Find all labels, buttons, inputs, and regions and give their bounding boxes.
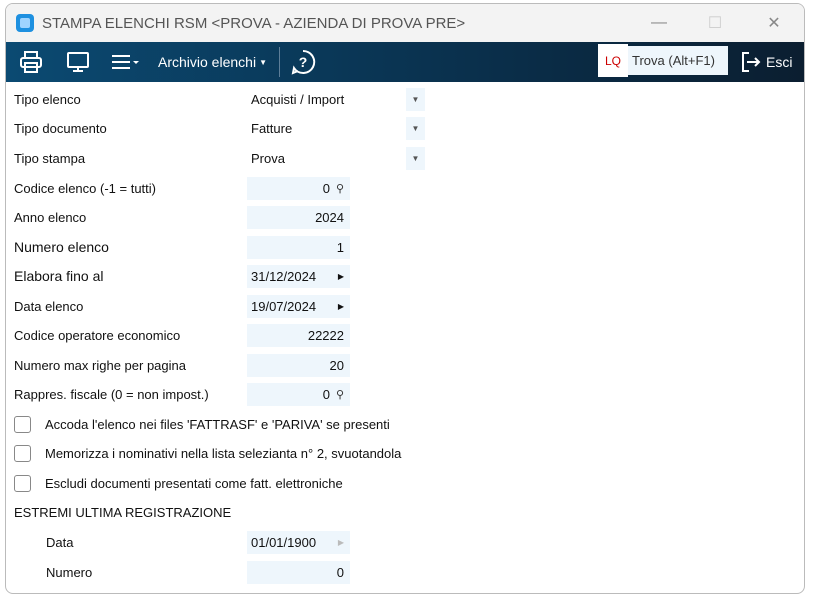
hamburger-icon [112,55,139,69]
menu-button[interactable] [100,42,150,82]
data-elenco-input[interactable]: 19/07/2024 ▶ [247,294,350,318]
rappres-fiscale-label: Rappres. fiscale (0 = non impost.) [14,386,209,402]
codice-elenco-label: Codice elenco (-1 = tutti) [14,180,156,196]
accoda-checkbox[interactable] [14,415,31,433]
find-input[interactable]: Trova (Alt+F1) [628,46,728,75]
printer-icon [20,51,42,73]
app-logo-icon [16,14,34,32]
rappres-fiscale-value: 0 [322,386,330,402]
elabora-fino-input[interactable]: 31/12/2024 ▶ [247,264,350,288]
svg-text:?: ? [299,54,308,70]
tipo-stampa-value: Prova [251,150,285,166]
toolbar: Archivio elenchi ▼ ? LQ Trova (Alt+F1) Es… [6,42,804,82]
toolbar-divider [278,47,280,77]
accoda-label: Accoda l'elenco nei files 'FATTRASF' e '… [45,416,390,432]
escludi-checkbox[interactable] [14,474,31,492]
tipo-documento-select[interactable]: Fatture ▼ [247,116,425,140]
memorizza-label: Memorizza i nominativi nella lista selez… [45,445,402,461]
ultima-data-label: Data [46,534,74,550]
tipo-stampa-label: Tipo stampa [14,150,86,166]
section-title: ESTREMI ULTIMA REGISTRAZIONE [14,504,232,520]
tipo-documento-value: Fatture [251,120,293,136]
caret-right-icon[interactable]: ▶ [338,272,344,281]
monitor-icon [67,52,89,72]
preview-button[interactable] [56,42,100,82]
chevron-down-icon: ▼ [259,57,267,67]
window-title: STAMPA ELENCHI RSM <PROVA - AZIENDA DI P… [42,14,466,32]
minimize-button[interactable]: — [636,4,682,42]
tipo-stampa-select[interactable]: Prova ▼ [247,146,425,170]
close-button[interactable]: ✕ [751,4,797,42]
help-icon: ? [291,49,316,75]
dropdown-arrow-icon[interactable]: ▼ [406,146,425,170]
archivio-elenchi-menu[interactable]: Archivio elenchi ▼ [150,42,271,82]
ultima-numero-label: Numero [46,564,93,580]
codice-operatore-label: Codice operatore economico [14,327,181,343]
search-icon[interactable]: ⚲ [336,388,344,401]
exit-label: Esci [766,54,793,70]
caret-right-icon[interactable]: ▶ [338,538,344,547]
data-elenco-label: Data elenco [14,298,84,314]
tipo-documento-label: Tipo documento [14,120,107,136]
dropdown-arrow-icon[interactable]: ▼ [406,87,425,111]
numero-elenco-label: Numero elenco [14,239,109,255]
codice-operatore-input[interactable]: 22222 [247,323,350,347]
codice-elenco-value: 0 [322,180,330,196]
window: STAMPA ELENCHI RSM <PROVA - AZIENDA DI P… [5,3,805,594]
ultima-data-input[interactable]: 01/01/1900 ▶ [247,530,350,554]
memorizza-checkbox[interactable] [14,444,31,462]
exit-button[interactable]: Esci [740,42,792,82]
title-bar: STAMPA ELENCHI RSM <PROVA - AZIENDA DI P… [6,4,804,42]
maximize-button[interactable]: ☐ [692,4,738,42]
ultima-data-value: 01/01/1900 [251,534,317,550]
anno-elenco-input[interactable]: 2024 [247,205,350,229]
anno-elenco-label: Anno elenco [14,209,87,225]
max-righe-label: Numero max righe per pagina [14,357,186,373]
escludi-label: Escludi documenti presentati come fatt. … [45,475,343,491]
archivio-elenchi-label: Archivio elenchi [158,54,257,70]
tipo-elenco-value: Acquisti / Import [251,91,345,107]
help-button[interactable]: ? [288,42,318,82]
tipo-elenco-select[interactable]: Acquisti / Import ▼ [247,87,425,111]
elabora-fino-value: 31/12/2024 [251,268,317,284]
search-icon[interactable]: ⚲ [336,182,344,195]
print-button[interactable] [6,42,56,82]
lq-indicator: LQ [598,44,628,77]
data-elenco-value: 19/07/2024 [251,298,317,314]
rappres-fiscale-input[interactable]: 0 ⚲ [247,382,350,406]
codice-elenco-input[interactable]: 0 ⚲ [247,176,350,200]
ultima-numero-input[interactable]: 0 [247,560,350,584]
dropdown-arrow-icon[interactable]: ▼ [406,116,425,140]
max-righe-input[interactable]: 20 [247,353,350,377]
numero-elenco-input[interactable]: 1 [247,235,350,259]
elabora-fino-label: Elabora fino al [14,268,104,284]
caret-right-icon[interactable]: ▶ [338,302,344,311]
tipo-elenco-label: Tipo elenco [14,91,81,107]
exit-icon [742,52,761,72]
